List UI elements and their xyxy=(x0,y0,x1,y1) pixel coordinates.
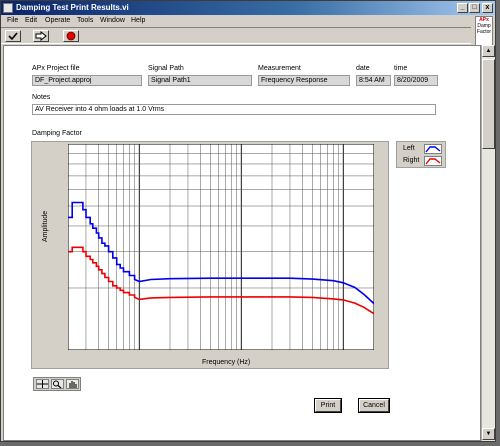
date-field[interactable]: 8:54 AM xyxy=(356,75,391,86)
window-title: Damping Test Print Results.vi xyxy=(16,3,129,12)
time-field[interactable]: 8/20/2009 xyxy=(394,75,438,86)
vi-icon xyxy=(3,3,13,13)
legend-label-right: Right xyxy=(403,157,420,164)
menu-operate[interactable]: Operate xyxy=(45,15,70,27)
plot-svg: 201001k10k20k10010 xyxy=(68,144,374,350)
legend-swatch-left[interactable] xyxy=(424,144,442,154)
legend-item-left[interactable]: Left xyxy=(397,143,445,155)
maximize-button[interactable]: □ xyxy=(469,3,480,13)
measurement-field[interactable]: Frequency Response xyxy=(258,75,350,86)
notes-field[interactable]: AV Receiver into 4 ohm loads at 1.0 Vrms xyxy=(32,104,436,115)
vi-window: Damping Test Print Results.vi _ □ x File… xyxy=(0,0,496,442)
cancel-button[interactable]: Cancel xyxy=(358,398,390,413)
damping-factor-graph[interactable]: 201001k10k20k10010 Amplitude Frequency (… xyxy=(31,141,389,369)
minimize-button[interactable]: _ xyxy=(457,3,468,13)
menu-file[interactable]: File xyxy=(7,15,18,27)
run-checkmark-icon[interactable] xyxy=(5,30,21,42)
zoom-magnifier-icon[interactable] xyxy=(51,379,64,389)
x-axis-label: Frequency (Hz) xyxy=(202,359,251,366)
legend-item-right[interactable]: Right xyxy=(397,155,445,167)
abort-stop-icon[interactable] xyxy=(63,30,79,42)
y-axis-label: Amplitude xyxy=(42,210,49,242)
notes-label: Notes xyxy=(32,94,51,101)
scroll-down-arrow-icon[interactable]: ▼ xyxy=(482,428,495,440)
project-file-label: APx Project file xyxy=(32,65,80,72)
title-bar[interactable]: Damping Test Print Results.vi _ □ x xyxy=(1,1,495,15)
plot-area xyxy=(68,144,374,350)
graph-palette xyxy=(33,377,81,391)
date-label: date xyxy=(356,65,370,72)
scroll-up-arrow-icon[interactable]: ▲ xyxy=(482,45,495,57)
time-label: time xyxy=(394,65,408,72)
scroll-thumb[interactable] xyxy=(482,59,495,149)
toolbar xyxy=(1,27,471,44)
print-button[interactable]: Print xyxy=(314,398,342,413)
signal-path-field[interactable]: Signal Path1 xyxy=(148,75,252,86)
run-continuously-arrow-icon[interactable] xyxy=(33,30,49,42)
pan-hand-icon[interactable] xyxy=(66,379,79,389)
crosshair-cursor-icon[interactable] xyxy=(36,379,49,389)
menu-window[interactable]: Window xyxy=(100,15,125,27)
signal-path-label: Signal Path xyxy=(148,65,184,72)
close-button[interactable]: x xyxy=(482,3,493,13)
vi-logo-icon: APx Damp Factor xyxy=(475,16,493,46)
plot-legend[interactable]: Left Right xyxy=(396,141,446,168)
project-file-field[interactable]: DF_Project.approj xyxy=(32,75,142,86)
measurement-label: Measurement xyxy=(258,65,301,72)
menu-edit[interactable]: Edit xyxy=(25,15,37,27)
legend-swatch-right[interactable] xyxy=(424,156,442,166)
legend-label-left: Left xyxy=(403,145,415,152)
vertical-scrollbar[interactable]: ▲ ▼ xyxy=(481,45,495,441)
menu-bar: File Edit Operate Tools Window Help APx … xyxy=(1,15,495,46)
menu-help[interactable]: Help xyxy=(131,15,145,27)
menu-tools[interactable]: Tools xyxy=(77,15,93,27)
graph-title: Damping Factor xyxy=(32,130,82,137)
